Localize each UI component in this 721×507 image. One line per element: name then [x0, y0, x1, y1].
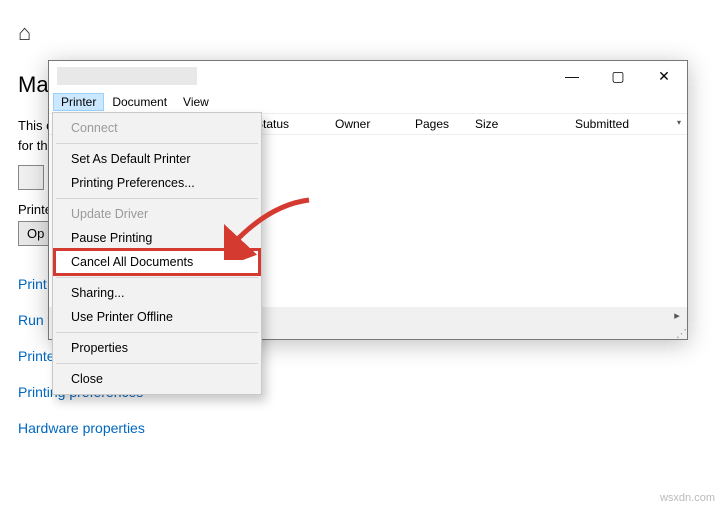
menu-view[interactable]: View: [175, 93, 217, 111]
window-title: [57, 67, 197, 85]
menubar: Printer Document View: [49, 91, 687, 113]
menu-item-sharing[interactable]: Sharing...: [55, 281, 259, 305]
menu-item-cancel-all-documents[interactable]: Cancel All Documents: [55, 250, 259, 274]
maximize-button[interactable]: ▢: [595, 61, 641, 91]
menu-item-properties[interactable]: Properties: [55, 336, 259, 360]
bg-button[interactable]: [18, 165, 44, 190]
col-owner[interactable]: Owner: [329, 114, 409, 134]
col-submitted[interactable]: Submitted ▾: [569, 114, 687, 134]
close-button[interactable]: ✕: [641, 61, 687, 91]
col-pages[interactable]: Pages: [409, 114, 469, 134]
col-submitted-label: Submitted: [575, 117, 629, 131]
menu-document[interactable]: Document: [104, 93, 175, 111]
menu-item-close[interactable]: Close: [55, 367, 259, 391]
menu-separator: [56, 198, 258, 199]
menu-item-update-driver: Update Driver: [55, 202, 259, 226]
menu-item-use-offline[interactable]: Use Printer Offline: [55, 305, 259, 329]
home-icon[interactable]: ⌂: [18, 20, 703, 46]
menu-item-set-default[interactable]: Set As Default Printer: [55, 147, 259, 171]
menu-separator: [56, 143, 258, 144]
scroll-right-arrow-icon[interactable]: ▸: [669, 309, 685, 322]
link-hardware-properties[interactable]: Hardware properties: [18, 420, 703, 436]
menu-item-connect: Connect: [55, 116, 259, 140]
resize-grip-icon[interactable]: ⋰: [676, 331, 685, 337]
watermark: wsxdn.com: [660, 492, 715, 504]
minimize-button[interactable]: —: [549, 61, 595, 91]
desc-line-2: for th: [18, 138, 48, 153]
col-size[interactable]: Size: [469, 114, 569, 134]
menu-separator: [56, 277, 258, 278]
sort-indicator-icon: ▾: [677, 118, 681, 127]
menu-item-printing-preferences[interactable]: Printing Preferences...: [55, 171, 259, 195]
titlebar[interactable]: — ▢ ✕: [49, 61, 687, 91]
menu-printer[interactable]: Printer: [53, 93, 104, 111]
menu-separator: [56, 363, 258, 364]
menu-separator: [56, 332, 258, 333]
printer-menu-dropdown: Connect Set As Default Printer Printing …: [52, 112, 262, 395]
menu-item-pause-printing[interactable]: Pause Printing: [55, 226, 259, 250]
window-controls: — ▢ ✕: [549, 61, 687, 91]
